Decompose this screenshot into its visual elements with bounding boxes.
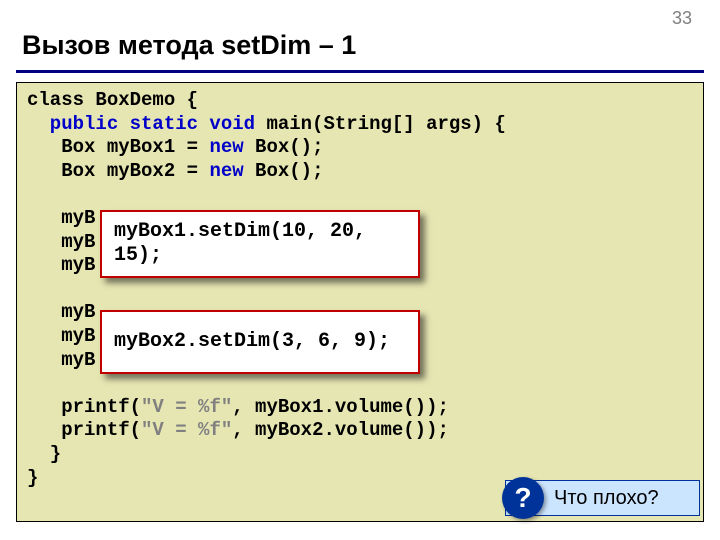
page-number: 33 <box>672 8 692 29</box>
code-block: class BoxDemo { public static void main(… <box>16 82 704 522</box>
code-text: myB <box>27 349 95 371</box>
code-text: myB <box>27 231 95 253</box>
code-text: myB <box>27 254 95 276</box>
string-literal: "V = %f" <box>141 396 232 418</box>
string-literal: "V = %f" <box>141 419 232 441</box>
code-text: myB <box>27 325 95 347</box>
code-text: Box myBox2 = <box>27 160 209 182</box>
question-box: ? Что плохо? <box>505 480 700 516</box>
title-underline <box>16 70 704 73</box>
kw: class <box>27 89 84 111</box>
question-text: Что плохо? <box>554 487 659 510</box>
kw: new <box>209 136 243 158</box>
code-text: Box(); <box>244 136 324 158</box>
code-text: Box(); <box>244 160 324 182</box>
kw: public static void <box>27 113 255 135</box>
code-text: printf( <box>27 419 141 441</box>
code-text: printf( <box>27 396 141 418</box>
callout-setdim-1: myBox1.setDim(10, 20, 15); <box>100 210 420 278</box>
callout-setdim-2: myBox2.setDim(3, 6, 9); <box>100 310 420 374</box>
code-text: , myBox2.volume()); <box>232 419 449 441</box>
code-text: , myBox1.volume()); <box>232 396 449 418</box>
slide-title: Вызов метода setDim – 1 <box>22 30 356 61</box>
code-text: myB <box>27 301 95 323</box>
question-icon: ? <box>502 477 544 519</box>
code-text: } <box>27 443 61 465</box>
code-text: Box myBox1 = <box>27 136 209 158</box>
kw: new <box>209 160 243 182</box>
code-text: BoxDemo { <box>84 89 198 111</box>
code-text: myB <box>27 207 95 229</box>
code-text: main(String[] args) { <box>255 113 506 135</box>
code-text: } <box>27 467 38 489</box>
